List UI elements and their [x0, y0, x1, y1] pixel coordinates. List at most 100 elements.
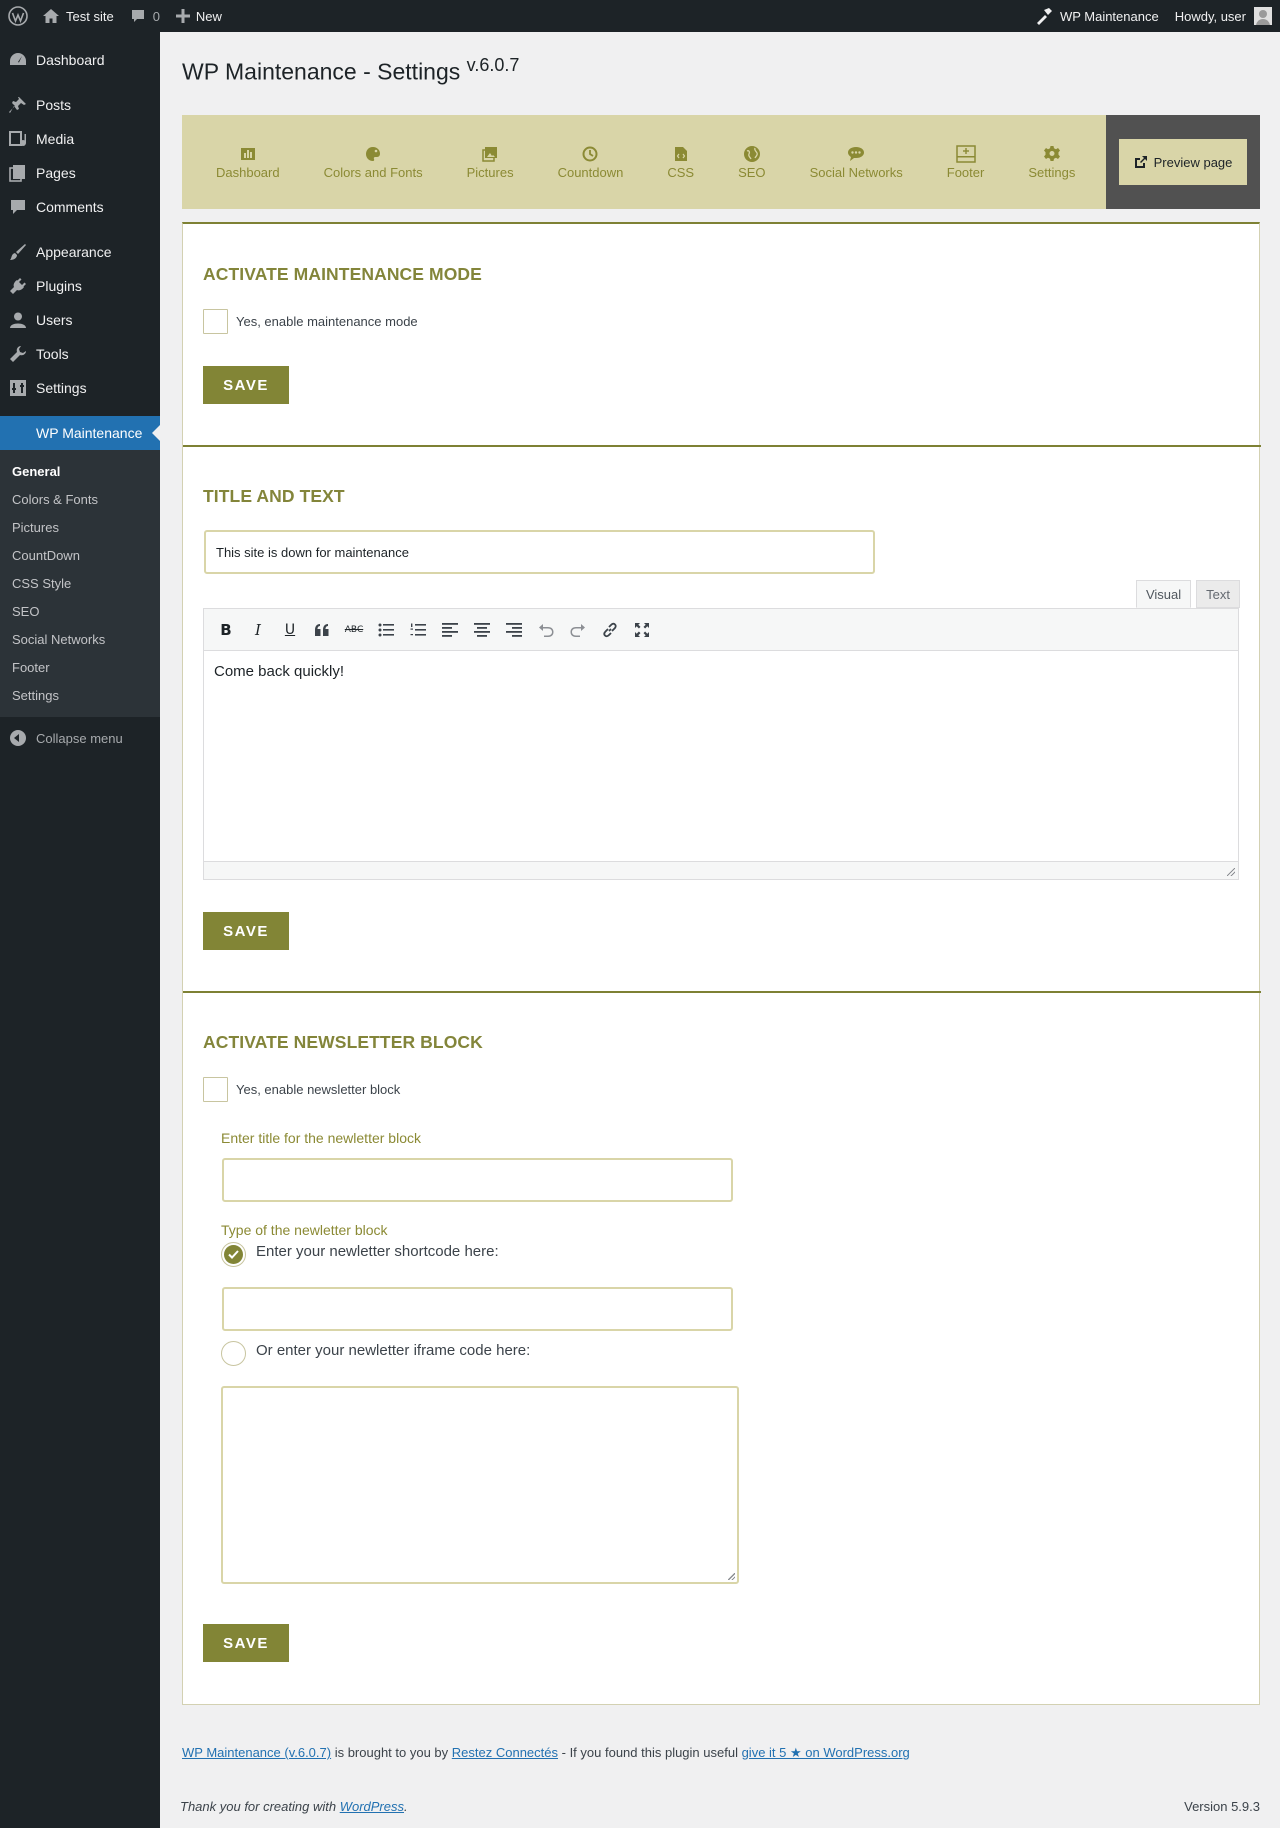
submenu-colors-fonts[interactable]: Colors & Fonts — [0, 485, 160, 513]
menu-wp-maintenance[interactable]: WP Maintenance — [0, 416, 160, 450]
section-divider — [183, 445, 1261, 447]
align-center-icon[interactable] — [466, 615, 498, 645]
submenu-social-networks[interactable]: Social Networks — [0, 625, 160, 653]
strikethrough-icon[interactable]: ABC — [338, 615, 370, 645]
section-title-title-text: Title and text — [203, 486, 345, 506]
fullscreen-icon[interactable] — [626, 615, 658, 645]
wordpress-link[interactable]: WordPress — [340, 1799, 404, 1814]
menu-tools[interactable]: Tools — [0, 337, 160, 371]
comment-icon — [130, 8, 146, 24]
menu-posts[interactable]: Posts — [0, 88, 160, 122]
menu-dashboard[interactable]: Dashboard — [0, 43, 160, 77]
rate-plugin-link[interactable]: give it 5 ★ on WordPress.org — [742, 1745, 910, 1760]
comments-link[interactable]: 0 — [122, 0, 168, 32]
author-link[interactable]: Restez Connectés — [452, 1745, 558, 1760]
thanks-text: Thank you for creating with — [180, 1799, 340, 1814]
clock-icon — [582, 145, 598, 163]
tab-dashboard[interactable]: Dashboard — [194, 145, 302, 180]
pages-icon — [8, 163, 28, 183]
align-right-icon[interactable] — [498, 615, 530, 645]
italic-icon[interactable]: I — [242, 615, 274, 645]
plugin-version-link[interactable]: WP Maintenance (v.6.0.7) — [182, 1745, 331, 1760]
newsletter-title-input[interactable] — [222, 1158, 733, 1202]
newsletter-checkbox[interactable] — [203, 1077, 228, 1102]
menu-label: Tools — [36, 346, 69, 362]
menu-label: Media — [36, 131, 75, 147]
new-label: New — [195, 8, 222, 24]
menu-settings[interactable]: Settings — [0, 371, 160, 405]
avatar — [1254, 7, 1272, 25]
tab-social-networks[interactable]: Social Networks — [788, 145, 925, 180]
preview-label: Preview page — [1153, 154, 1233, 170]
chart-icon — [240, 145, 256, 163]
menu-plugins[interactable]: Plugins — [0, 269, 160, 303]
menu-users[interactable]: Users — [0, 303, 160, 337]
iframe-code-textarea[interactable] — [221, 1386, 739, 1584]
menu-label: Dashboard — [36, 52, 105, 68]
menu-comments[interactable]: Comments — [0, 190, 160, 224]
tab-text[interactable]: Text — [1196, 580, 1240, 608]
menu-media[interactable]: Media — [0, 122, 160, 156]
iframe-radio[interactable] — [221, 1341, 246, 1366]
save-button-title-text[interactable]: SAVE — [203, 912, 289, 950]
numbered-list-icon[interactable] — [402, 615, 434, 645]
shortcode-radio[interactable] — [221, 1242, 246, 1267]
submenu-countdown[interactable]: CountDown — [0, 541, 160, 569]
editor-resize-handle[interactable] — [204, 861, 1238, 879]
submenu-settings[interactable]: Settings — [0, 681, 160, 709]
tab-pictures[interactable]: Pictures — [445, 145, 536, 180]
save-button-newsletter[interactable]: SAVE — [203, 1624, 289, 1662]
link-icon[interactable] — [594, 615, 626, 645]
menu-pages[interactable]: Pages — [0, 156, 160, 190]
settings-icon — [8, 378, 28, 398]
editor-toolbar: B I U ABC — [204, 609, 1238, 651]
collapse-arrow-icon — [10, 730, 26, 746]
submenu-seo[interactable]: SEO — [0, 597, 160, 625]
blockquote-icon[interactable] — [306, 615, 338, 645]
undo-icon[interactable] — [530, 615, 562, 645]
tab-footer[interactable]: Footer — [925, 144, 1007, 180]
collapse-menu-button[interactable]: Collapse menu — [0, 721, 160, 755]
bold-icon[interactable]: B — [210, 615, 242, 645]
menu-appearance[interactable]: Appearance — [0, 235, 160, 269]
menu-label: Plugins — [36, 278, 82, 294]
maintenance-mode-checkbox[interactable] — [203, 309, 228, 334]
menu-label: Pages — [36, 165, 76, 181]
maintenance-title-input[interactable]: This site is down for maintenance — [204, 530, 875, 574]
home-icon — [42, 8, 60, 24]
redo-icon[interactable] — [562, 615, 594, 645]
submenu-css-style[interactable]: CSS Style — [0, 569, 160, 597]
dashboard-icon — [8, 50, 28, 70]
maintenance-mode-label: Yes, enable maintenance mode — [236, 314, 418, 329]
brush-icon — [8, 242, 28, 262]
submenu-general[interactable]: General — [0, 457, 160, 485]
tab-visual[interactable]: Visual — [1135, 580, 1192, 608]
editor-content[interactable]: Come back quickly! — [204, 651, 1238, 861]
tab-settings[interactable]: Settings — [1006, 145, 1097, 180]
plus-icon — [175, 9, 190, 23]
submenu-pictures[interactable]: Pictures — [0, 513, 160, 541]
wordpress-logo-icon[interactable] — [2, 0, 34, 32]
tab-label: Colors and Fonts — [323, 164, 423, 180]
credit-text: - If you found this plugin useful — [558, 1745, 742, 1760]
preview-page-button[interactable]: Preview page — [1119, 139, 1247, 185]
account-menu[interactable]: Howdy, user — [1167, 0, 1280, 32]
wp-maintenance-link[interactable]: WP Maintenance — [1027, 0, 1167, 32]
new-content-link[interactable]: New — [168, 0, 230, 32]
tab-countdown[interactable]: Countdown — [536, 145, 646, 180]
shortcode-input[interactable] — [222, 1287, 733, 1331]
site-name-link[interactable]: Test site — [34, 0, 122, 32]
submenu-footer[interactable]: Footer — [0, 653, 160, 681]
images-icon — [482, 145, 498, 163]
tab-seo[interactable]: SEO — [716, 145, 787, 180]
align-left-icon[interactable] — [434, 615, 466, 645]
bullet-list-icon[interactable] — [370, 615, 402, 645]
tab-label: Social Networks — [809, 164, 903, 180]
tab-css[interactable]: CSS — [645, 145, 716, 180]
save-button-maintenance[interactable]: SAVE — [203, 366, 289, 404]
tab-label: CSS — [667, 164, 695, 180]
section-title-maintenance: Activate maintenance mode — [203, 264, 482, 284]
tab-colors-fonts[interactable]: Colors and Fonts — [302, 145, 445, 180]
underline-icon[interactable]: U — [274, 615, 306, 645]
shortcode-option-label: Enter your newletter shortcode here: — [256, 1243, 499, 1260]
